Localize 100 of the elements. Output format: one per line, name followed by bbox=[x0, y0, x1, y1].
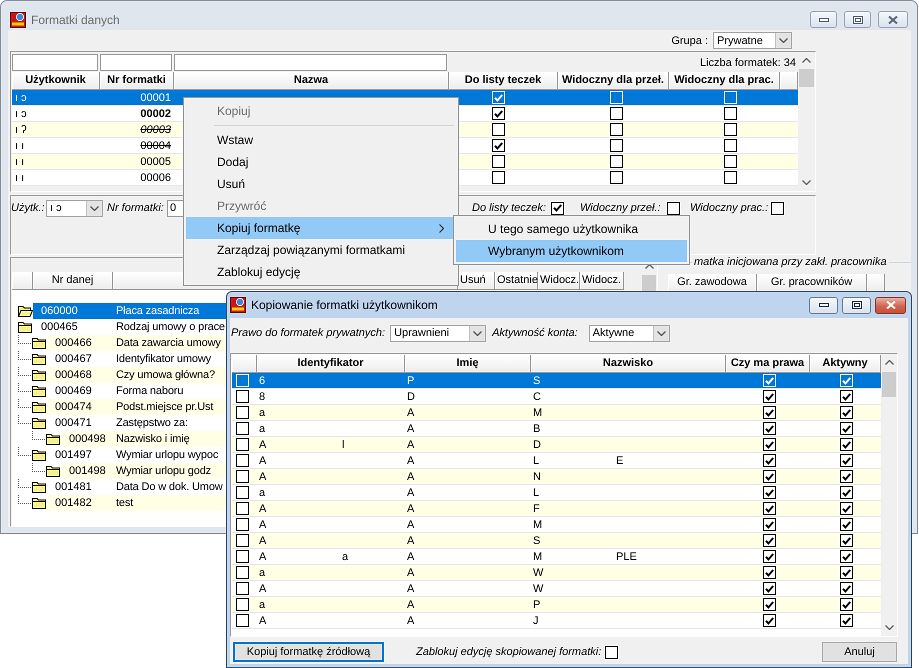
item-label: Identyfikator umowy bbox=[116, 353, 211, 365]
field-label: Prawo do formatek prywatnych: bbox=[231, 327, 386, 339]
table-cell: A bbox=[407, 614, 414, 626]
item-label: Czy umowa główna? bbox=[116, 369, 215, 381]
field-label: Zablokuj edycję skopiowanej formatki: bbox=[416, 646, 602, 658]
table-cell: A bbox=[259, 470, 266, 482]
table-cell: A bbox=[259, 438, 266, 450]
item-label: Zastępstwo za: bbox=[116, 417, 188, 429]
column-header: Identyfikator bbox=[257, 355, 405, 373]
item-label: Forma naboru bbox=[116, 385, 184, 397]
table-cell: M bbox=[533, 406, 542, 418]
table-cell-text: 00004 bbox=[139, 140, 172, 152]
table-cell: B bbox=[533, 422, 540, 434]
table-cell: 6 bbox=[259, 374, 266, 386]
column-header: Nr formatki bbox=[100, 72, 174, 90]
table-cell: S bbox=[533, 374, 540, 386]
table-cell: A bbox=[259, 518, 266, 530]
table-cell: a bbox=[259, 422, 266, 434]
table-cell: a bbox=[259, 406, 266, 418]
table-cell: ı ʔ bbox=[15, 124, 27, 136]
table-cell: A bbox=[407, 518, 414, 530]
item-label: Podst.miejsce pr.Ust bbox=[116, 401, 214, 413]
table-cell: l bbox=[342, 438, 344, 450]
table-cell: A bbox=[407, 406, 414, 418]
item-number: 000468 bbox=[54, 369, 93, 381]
table-cell: W bbox=[533, 566, 544, 578]
table-cell-text: 00003 bbox=[139, 124, 172, 136]
window-title: Formatki danych bbox=[31, 12, 120, 26]
table-cell: F bbox=[533, 502, 540, 514]
table-cell: C bbox=[533, 390, 541, 402]
item-number: 060000 bbox=[40, 305, 79, 317]
column-header: Nr danej bbox=[33, 272, 113, 290]
table-cell: A bbox=[407, 534, 414, 546]
field-label: Nr formatki: bbox=[106, 202, 165, 214]
column-header: Czy ma prawa bbox=[726, 355, 810, 373]
table-cell: P bbox=[533, 598, 540, 610]
table-cell: a bbox=[259, 566, 266, 578]
table-cell: N bbox=[533, 470, 541, 482]
column-header: Widocz. bbox=[538, 272, 580, 290]
field-label: Widoczny przeł.: bbox=[580, 202, 661, 214]
column-header: Gr. zawodowa bbox=[668, 274, 757, 292]
table-cell-text: 00001 bbox=[139, 92, 172, 104]
table-cell: A bbox=[407, 598, 414, 610]
table-cell: ı ı bbox=[15, 140, 24, 152]
column-header: Ostatnie bbox=[495, 272, 538, 290]
table-cell: A bbox=[259, 502, 266, 514]
field-label: Widoczny prac.: bbox=[690, 202, 768, 214]
column-header: Widoczny dla przeł. bbox=[558, 72, 669, 90]
group-title: matka inicjowana przy zakł. pracownika bbox=[692, 255, 889, 269]
item-label: Rodzaj umowy o prace bbox=[116, 321, 225, 333]
item-number: 000469 bbox=[54, 385, 93, 397]
table-cell: a bbox=[342, 550, 348, 562]
table-cell: A bbox=[259, 614, 266, 626]
table-cell: PLE bbox=[616, 550, 637, 562]
table-cell: J bbox=[533, 614, 538, 626]
table-cell-text: 00005 bbox=[139, 156, 172, 168]
table-cell: A bbox=[407, 550, 414, 562]
table-cell: ı ı bbox=[15, 156, 24, 168]
table-cell: P bbox=[407, 374, 414, 386]
item-number: 000467 bbox=[54, 353, 93, 365]
table-cell: 8 bbox=[259, 390, 266, 402]
field-label: Użytk.: bbox=[11, 202, 46, 214]
table-cell: L bbox=[533, 454, 540, 466]
column-header: Nazwa bbox=[174, 72, 449, 90]
table-cell: A bbox=[407, 454, 414, 466]
table-cell: A bbox=[407, 438, 414, 450]
table-cell: a bbox=[259, 486, 266, 498]
column-header: Aktywny bbox=[810, 355, 881, 373]
item-number: 000465 bbox=[40, 321, 79, 333]
table-cell: A bbox=[407, 502, 414, 514]
window-title: Kopiowanie formatki użytkownikom bbox=[251, 298, 438, 312]
table-cell: A bbox=[407, 486, 414, 498]
table-cell: A bbox=[259, 534, 266, 546]
table-cell: ı ı bbox=[15, 172, 24, 184]
table-cell: M bbox=[533, 518, 542, 530]
table-cell-text: 00006 bbox=[139, 172, 172, 184]
table-cell: A bbox=[259, 550, 266, 562]
column-header: Imię bbox=[405, 355, 531, 373]
table-cell: A bbox=[259, 582, 266, 594]
column-header: Widocz. bbox=[580, 272, 624, 290]
table-cell: A bbox=[259, 454, 266, 466]
table-cell: A bbox=[407, 582, 414, 594]
item-number: 000471 bbox=[54, 417, 93, 429]
item-number: 000498 bbox=[68, 433, 107, 445]
table-cell: ı ɔ bbox=[15, 92, 27, 104]
column-header: Gr. pracowników bbox=[757, 274, 867, 292]
record-count: Liczba formatek: 34 bbox=[700, 56, 797, 68]
item-number: 001482 bbox=[54, 497, 93, 509]
table-cell: M bbox=[533, 550, 542, 562]
table-cell: D bbox=[533, 438, 541, 450]
table-cell: a bbox=[259, 598, 266, 610]
table-cell-text: 00002 bbox=[139, 108, 172, 120]
table-cell: L bbox=[533, 486, 540, 498]
table-cell: A bbox=[407, 566, 414, 578]
item-number: 000474 bbox=[54, 401, 93, 413]
table-cell: S bbox=[533, 534, 540, 546]
table-cell: D bbox=[407, 390, 415, 402]
item-label: Płaca zasadnicza bbox=[116, 305, 200, 317]
table-cell: A bbox=[407, 422, 414, 434]
column-header: Widoczny dla prac. bbox=[669, 72, 780, 90]
